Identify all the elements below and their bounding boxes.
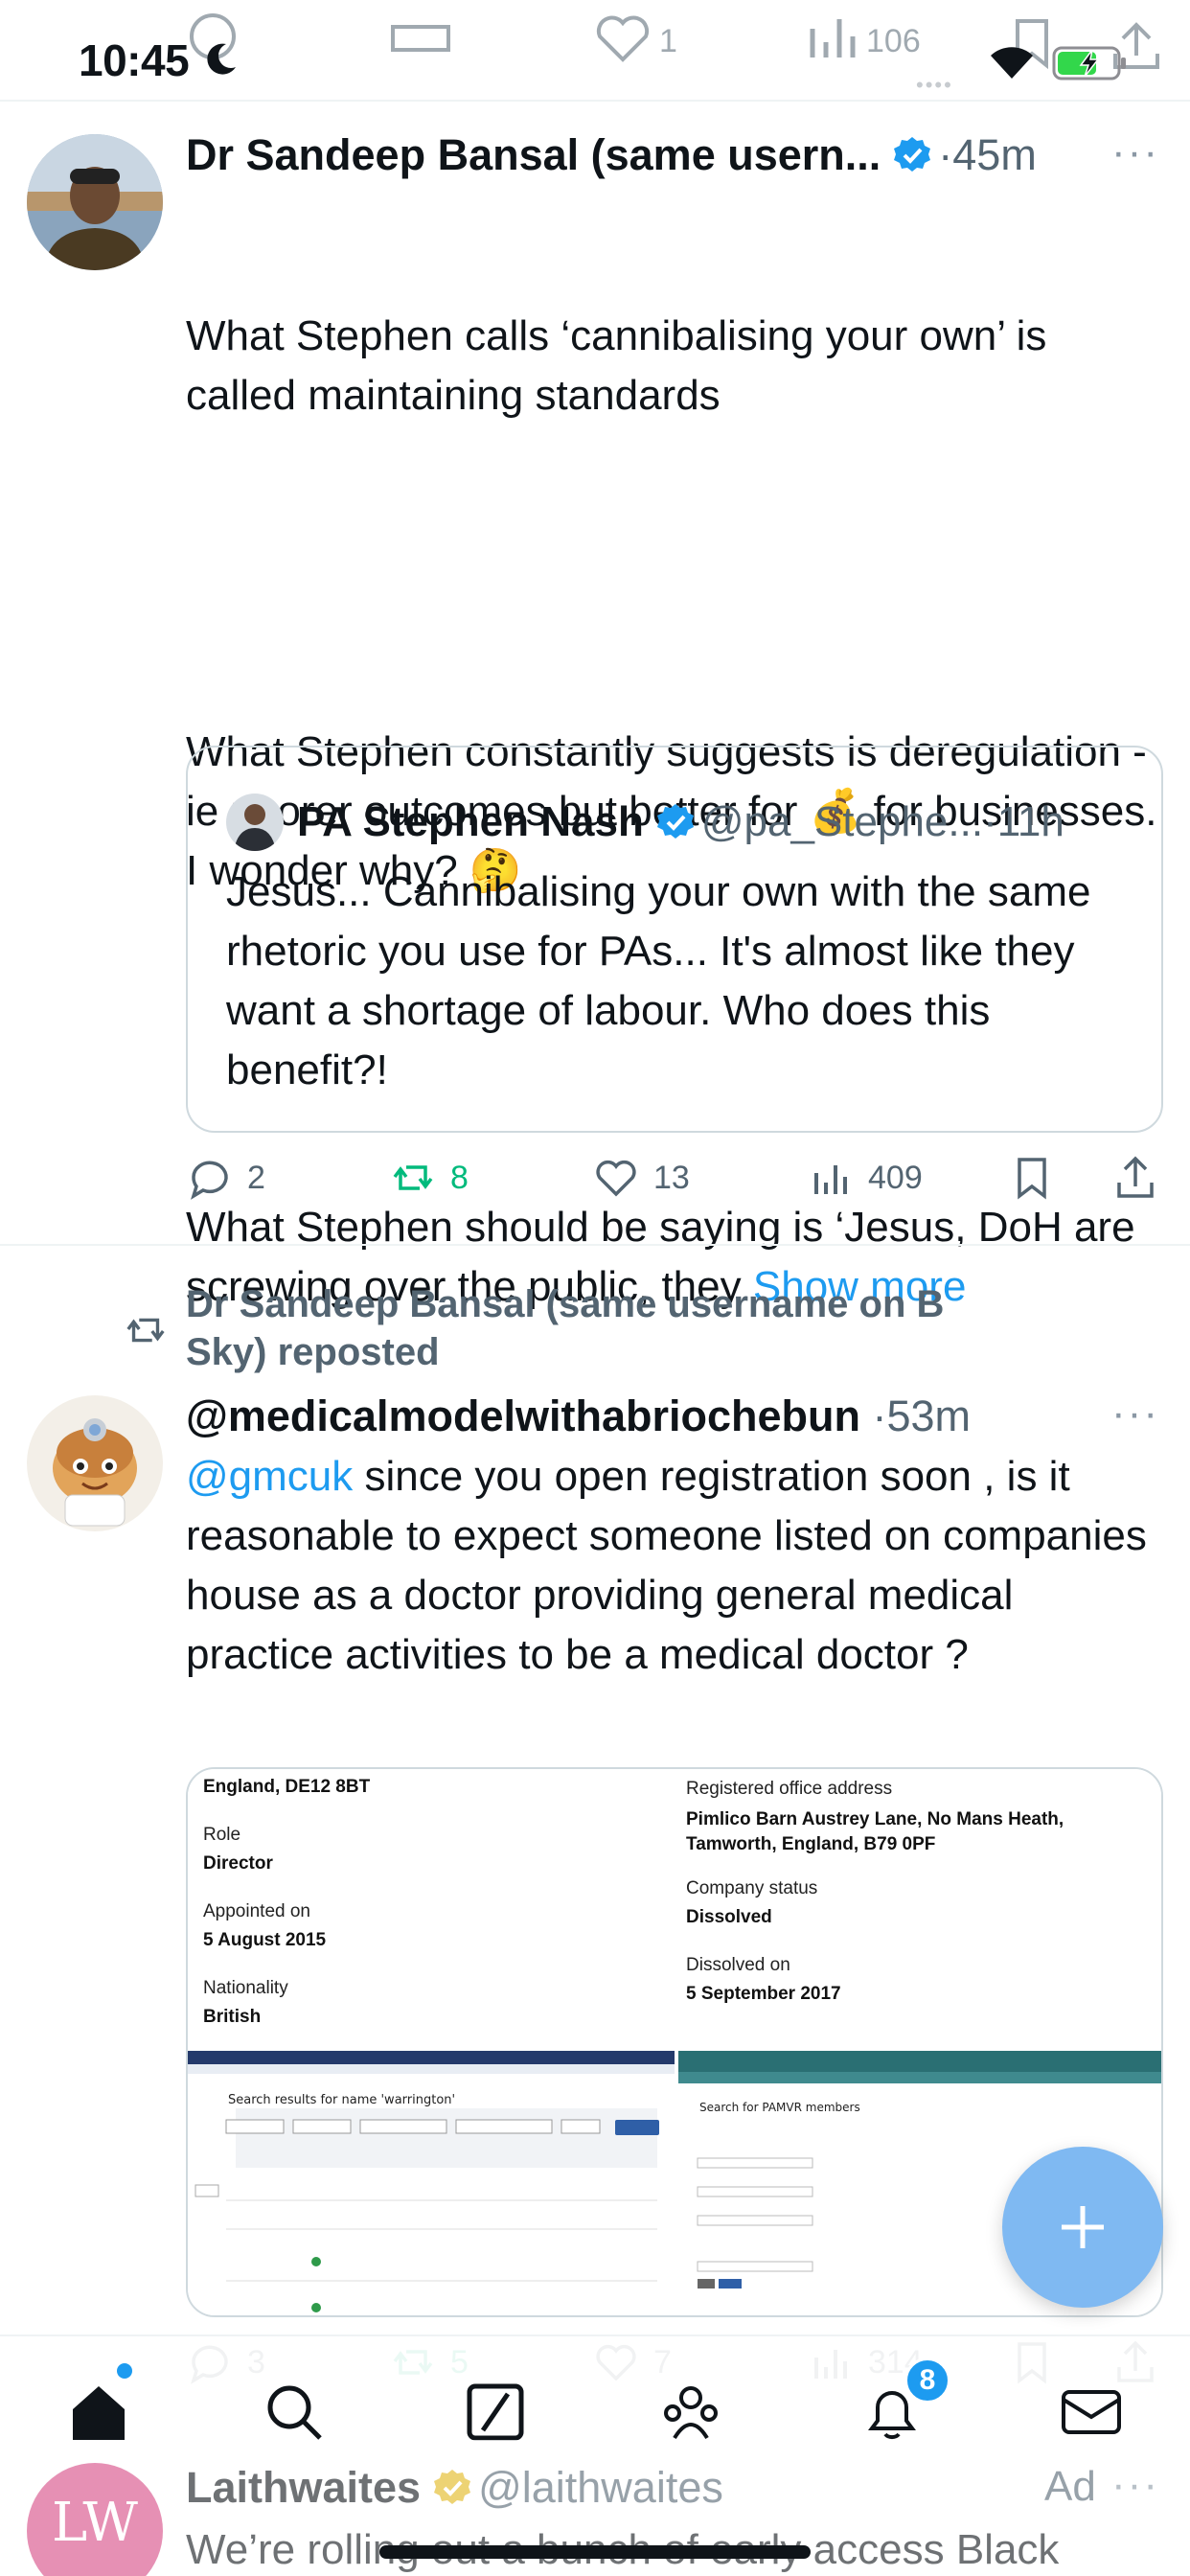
repost-count: 8 — [450, 1159, 469, 1196]
plus-icon — [1062, 2206, 1104, 2248]
tweet-header: Dr Sandeep Bansal (same usern... · 45m — [186, 130, 1037, 180]
doc-role-label: Role — [203, 1825, 241, 1845]
home-indicator — [379, 2545, 811, 2559]
quoted-author-name: PA Stephen Nash — [297, 798, 644, 845]
notification-badge: 8 — [904, 2358, 950, 2404]
like-count: 13 — [653, 1159, 690, 1196]
more-options-icon[interactable]: ··· — [1111, 1390, 1159, 1438]
home-icon — [73, 2386, 125, 2440]
previous-likes-count: 1 — [659, 23, 677, 59]
author-name[interactable]: Dr Sandeep Bansal (same usern... — [186, 130, 881, 180]
doc-appointed-label: Appointed on — [203, 1901, 310, 1921]
repost-icon — [393, 1165, 433, 1190]
nav-communities[interactable] — [657, 2379, 724, 2446]
bookmark-button[interactable] — [1008, 1154, 1069, 1202]
doc-office-label: Registered office address — [686, 1779, 893, 1799]
tweet-time: 53m — [886, 1392, 972, 1440]
doc-appointed-value: 5 August 2015 — [203, 1930, 327, 1950]
verified-badge-icon — [656, 804, 694, 839]
status-time: 10:45 — [79, 35, 190, 85]
heart-icon — [596, 1160, 636, 1197]
quoted-author-handle: @pa_Stephe... — [700, 798, 984, 845]
doc-address: England, DE12 8BT — [203, 1777, 371, 1797]
ad-label: Ad — [1044, 2463, 1096, 2510]
view-count: 409 — [868, 1159, 923, 1196]
communities-icon — [664, 2386, 718, 2440]
ad-header: Laithwaites @laithwaites — [186, 2463, 723, 2513]
doc-office-value: Pimlico Barn Austrey Lane, No Mans Heath… — [686, 1809, 1064, 1854]
reply-button[interactable]: 2 — [186, 1154, 265, 1202]
ad-avatar: LW — [27, 2463, 163, 2576]
search-icon — [267, 2385, 322, 2440]
nav-search[interactable] — [261, 2379, 328, 2446]
battery-charging-icon — [1052, 46, 1126, 80]
author-name[interactable]: @medicalmodelwithabriochebun — [186, 1392, 860, 1441]
ad-author-name: Laithwaites — [186, 2463, 422, 2512]
tweet-actions: 2 8 13 409 — [186, 1154, 1154, 1211]
doc-dissolved-label: Dissolved on — [686, 1955, 790, 1975]
focus-moon-icon — [207, 43, 236, 75]
media-image-2[interactable]: Registered office address Pimlico Barn A… — [678, 1769, 1161, 2047]
pamvr-search-title: Search for PAMVR members — [699, 2101, 860, 2114]
nav-grok[interactable] — [462, 2379, 529, 2446]
share-icon — [1117, 1156, 1154, 1198]
grok-icon — [467, 2383, 524, 2441]
ad-author-handle: @laithwaites — [478, 2463, 723, 2512]
share-button[interactable] — [1111, 1154, 1173, 1202]
like-button[interactable]: 13 — [592, 1154, 690, 1202]
verified-badge-icon — [894, 137, 931, 172]
doc-nationality-value: British — [203, 2007, 262, 2027]
compose-fab-button[interactable] — [1002, 2147, 1163, 2308]
quoted-author-avatar — [226, 794, 284, 851]
tweet-header: @medicalmodelwithabriochebun · 53m — [186, 1392, 972, 1441]
views-button[interactable]: 409 — [807, 1154, 923, 1202]
nav-messages[interactable] — [1058, 2379, 1125, 2446]
quoted-tweet-header: PA Stephen Nash @pa_Stephe... · 11h — [226, 794, 1064, 851]
author-avatar[interactable] — [27, 1395, 163, 1531]
quoted-tweet-text: Jesus... Cannibalising your own with the… — [226, 868, 1091, 1093]
doc-status-value: Dissolved — [686, 1907, 772, 1927]
bookmark-icon — [1018, 1158, 1046, 1200]
mention-link[interactable]: @gmcuk — [186, 1453, 353, 1500]
mail-icon — [1062, 2390, 1121, 2434]
author-avatar[interactable] — [27, 134, 163, 270]
repost-button[interactable]: 8 — [389, 1154, 469, 1202]
bottom-navigation — [0, 2334, 1190, 2441]
tweet-paragraph: What Stephen calls ‘cannibalising your o… — [186, 312, 1059, 419]
status-bar: 1 106 10:45 •••• — [0, 0, 1190, 97]
page-dots: •••• — [916, 73, 953, 97]
media-image-1[interactable]: England, DE12 8BT Role Director Appointe… — [188, 1769, 675, 2047]
tweet-text: @gmcuk since you open registration soon … — [186, 1447, 1163, 1685]
repost-banner[interactable]: Dr Sandeep Bansal (same username on B Sk… — [123, 1280, 1029, 1376]
media-image-3[interactable]: Search results for name 'warrington' — [188, 2051, 675, 2315]
doc-nationality-label: Nationality — [203, 1978, 288, 1998]
register-search-screenshot — [188, 2051, 675, 2312]
repost-icon — [126, 1318, 165, 1343]
previous-views-count: 106 — [866, 23, 921, 59]
reply-count: 2 — [247, 1159, 265, 1196]
wifi-icon — [991, 47, 1033, 79]
divider — [0, 1244, 1190, 1246]
nav-home[interactable] — [65, 2379, 132, 2446]
doc-status-label: Company status — [686, 1878, 818, 1898]
gold-verified-badge-icon — [434, 2470, 471, 2504]
more-options-icon[interactable]: ··· — [1111, 2461, 1159, 2509]
reply-icon — [191, 1161, 228, 1200]
quoted-tweet-card[interactable]: PA Stephen Nash @pa_Stephe... · 11h Jesus… — [186, 746, 1163, 1133]
repost-banner-text: Dr Sandeep Bansal (same username on B Sk… — [186, 1283, 945, 1373]
tweet-time: 45m — [952, 130, 1037, 179]
views-icon — [814, 1165, 847, 1194]
doc-dissolved-value: 5 September 2017 — [686, 1984, 841, 2004]
home-unread-dot — [117, 2363, 132, 2379]
more-options-icon[interactable]: ··· — [1111, 128, 1159, 176]
doc-role-value: Director — [203, 1853, 273, 1874]
divider — [0, 100, 1190, 102]
quoted-tweet-time: 11h — [996, 798, 1064, 845]
register-search-title: Search results for name 'warrington' — [228, 2093, 456, 2107]
